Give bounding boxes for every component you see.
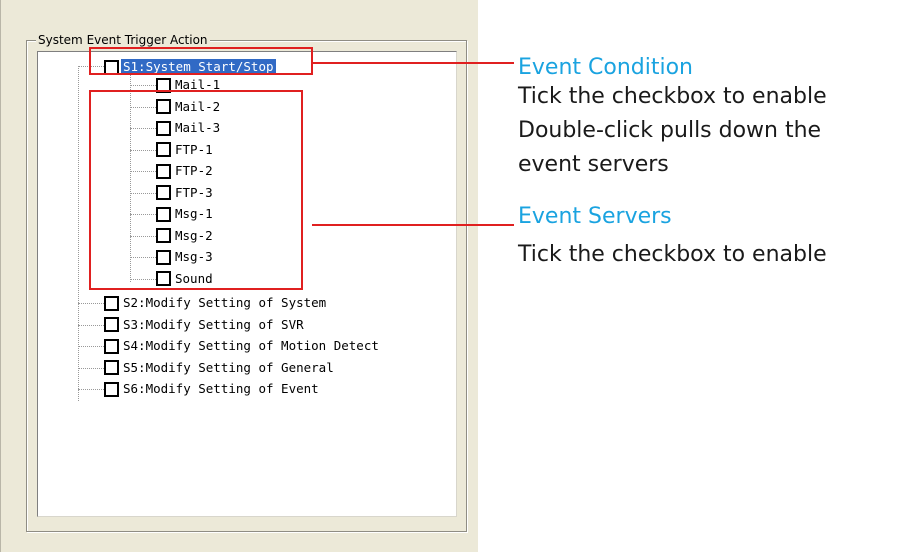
group-title: System Event Trigger Action bbox=[36, 32, 210, 48]
tree-node-s1[interactable]: S1:System Start/Stop bbox=[104, 58, 276, 76]
tree-node-event[interactable]: S5:Modify Setting of General bbox=[104, 359, 336, 377]
tree-node-event[interactable]: S2:Modify Setting of System bbox=[104, 294, 328, 312]
server-checkbox[interactable] bbox=[156, 249, 171, 265]
tree-connector bbox=[130, 85, 156, 86]
tree-node-server[interactable]: Msg-3 bbox=[156, 248, 215, 266]
server-checkbox[interactable] bbox=[156, 142, 171, 157]
tree-connector bbox=[78, 389, 104, 390]
event-checkbox[interactable] bbox=[104, 360, 119, 375]
server-label[interactable]: Msg-1 bbox=[173, 206, 215, 222]
tree-connector bbox=[78, 66, 104, 67]
tree-connector bbox=[130, 214, 156, 215]
server-checkbox[interactable] bbox=[156, 271, 171, 286]
tree-connector bbox=[130, 128, 156, 129]
tree-node-server[interactable]: Sound bbox=[156, 270, 215, 288]
tree-connector bbox=[78, 66, 79, 401]
tree-connector bbox=[78, 324, 104, 326]
event-checkbox[interactable] bbox=[104, 338, 119, 354]
event-settings-panel: System Event Trigger Action S1:System St… bbox=[0, 0, 478, 552]
event-checkbox[interactable] bbox=[104, 295, 119, 311]
server-checkbox[interactable] bbox=[156, 77, 171, 93]
event-tree[interactable]: S1:System Start/Stop Mail-1 Mail-2 Mail-3 F… bbox=[37, 51, 457, 517]
event-label[interactable]: S4:Modify Setting of Motion Detect bbox=[121, 338, 381, 354]
tree-node-server[interactable]: Msg-1 bbox=[156, 205, 215, 223]
server-checkbox[interactable] bbox=[156, 163, 171, 179]
event-condition-title: Event Condition bbox=[518, 55, 694, 80]
event-servers-line1: Tick the checkbox to enable bbox=[518, 242, 827, 267]
server-checkbox[interactable] bbox=[156, 206, 171, 222]
s1-checkbox[interactable] bbox=[104, 59, 119, 75]
tree-node-server[interactable]: FTP-2 bbox=[156, 162, 215, 180]
tree-node-server[interactable]: FTP-1 bbox=[156, 141, 215, 159]
server-label[interactable]: Mail-1 bbox=[173, 77, 222, 93]
event-servers-pointer bbox=[312, 224, 514, 226]
event-label[interactable]: S6:Modify Setting of Event bbox=[121, 381, 321, 397]
event-label[interactable]: S3:Modify Setting of SVR bbox=[121, 317, 306, 333]
server-label[interactable]: Sound bbox=[173, 271, 215, 287]
event-label[interactable]: S5:Modify Setting of General bbox=[121, 360, 336, 376]
tree-connector bbox=[78, 346, 104, 347]
server-label[interactable]: Msg-2 bbox=[173, 228, 215, 244]
tree-connector bbox=[130, 171, 156, 172]
event-condition-line1: Tick the checkbox to enable bbox=[518, 84, 827, 109]
tree-node-server[interactable]: Msg-2 bbox=[156, 227, 215, 245]
server-checkbox[interactable] bbox=[156, 228, 171, 243]
tree-node-event[interactable]: S6:Modify Setting of Event bbox=[104, 380, 321, 398]
tree-node-server[interactable]: Mail-2 bbox=[156, 98, 222, 116]
server-label[interactable]: FTP-1 bbox=[173, 142, 215, 158]
tree-connector bbox=[130, 106, 156, 108]
tree-node-server[interactable]: Mail-3 bbox=[156, 119, 222, 137]
tree-connector bbox=[130, 257, 156, 258]
tree-connector bbox=[130, 278, 156, 280]
event-checkbox[interactable] bbox=[104, 381, 119, 397]
server-label[interactable]: FTP-3 bbox=[173, 185, 215, 201]
server-checkbox[interactable] bbox=[156, 185, 171, 200]
event-condition-line2: Double-click pulls down the bbox=[518, 118, 822, 143]
server-label[interactable]: Msg-3 bbox=[173, 249, 215, 265]
tree-node-event[interactable]: S4:Modify Setting of Motion Detect bbox=[104, 337, 381, 355]
event-condition-pointer bbox=[312, 62, 514, 64]
server-checkbox[interactable] bbox=[156, 99, 171, 114]
server-checkbox[interactable] bbox=[156, 120, 171, 136]
tree-connector bbox=[78, 367, 104, 369]
tree-node-server[interactable]: FTP-3 bbox=[156, 184, 215, 202]
server-label[interactable]: Mail-2 bbox=[173, 99, 222, 115]
tree-connector bbox=[130, 192, 156, 194]
event-label[interactable]: S2:Modify Setting of System bbox=[121, 295, 328, 311]
tree-connector bbox=[130, 235, 156, 237]
server-label[interactable]: FTP-2 bbox=[173, 163, 215, 179]
tree-connector bbox=[78, 303, 104, 304]
tree-node-event[interactable]: S3:Modify Setting of SVR bbox=[104, 316, 306, 334]
tree-node-server[interactable]: Mail-1 bbox=[156, 76, 222, 94]
tree-connector bbox=[130, 149, 156, 151]
event-condition-line3: event servers bbox=[518, 152, 669, 177]
event-checkbox[interactable] bbox=[104, 317, 119, 332]
s1-label[interactable]: S1:System Start/Stop bbox=[121, 59, 276, 75]
server-label[interactable]: Mail-3 bbox=[173, 120, 222, 136]
event-servers-title: Event Servers bbox=[518, 204, 672, 229]
